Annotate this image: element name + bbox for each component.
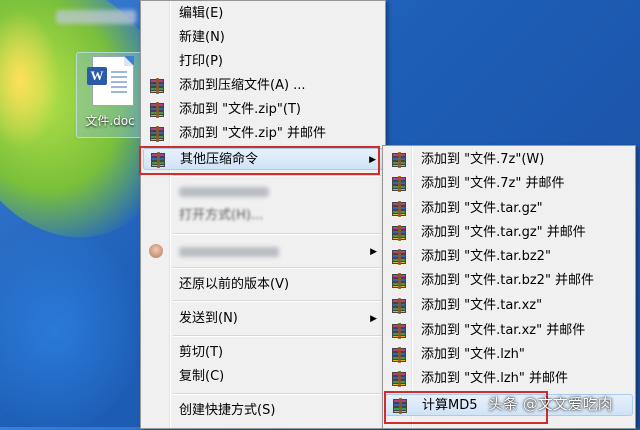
winrar-icon	[391, 152, 407, 168]
submenu-item-label: 添加到 "文件.tar.bz2"	[421, 249, 551, 264]
menu-item-label: 发送到(N)	[179, 311, 238, 326]
winrar-icon	[149, 78, 165, 94]
menu-item-cut[interactable]: 剪切(T)	[143, 342, 383, 364]
menu-item-blurred[interactable]	[143, 181, 383, 203]
winrar-icon	[392, 398, 408, 414]
submenu-item-add-7z[interactable]: 添加到 "文件.7z"(W)	[385, 149, 633, 171]
menu-item-copy[interactable]: 复制(C)	[143, 366, 383, 388]
menu-item-new[interactable]: 新建(N)	[143, 27, 383, 49]
winrar-icon	[149, 126, 165, 142]
menu-item-label: 剪切(T)	[179, 345, 224, 360]
menu-item-label: 添加到压缩文件(A) ...	[179, 78, 306, 93]
menu-item-add-to-zip[interactable]: 添加到 "文件.zip"(T)	[143, 99, 383, 121]
submenu-item-label: 添加到 "文件.tar.gz" 并邮件	[421, 225, 586, 240]
submenu-arrow-icon: ▶	[370, 247, 377, 257]
menu-separator	[173, 335, 381, 337]
submenu-item-label: 添加到 "文件.tar.xz"	[421, 298, 543, 313]
menu-item-label: 其他压缩命令	[180, 152, 259, 167]
winrar-icon	[391, 225, 407, 241]
menu-separator	[173, 393, 381, 395]
menu-item-send-to[interactable]: 发送到(N) ▶	[143, 308, 383, 330]
submenu-arrow-icon: ▶	[370, 314, 377, 324]
winrar-icon	[391, 201, 407, 217]
menu-item-label: 还原以前的版本(V)	[179, 277, 290, 292]
submenu-item-label: 添加到 "文件.lzh" 并邮件	[421, 371, 569, 386]
submenu-item-label: 添加到 "文件.tar.bz2" 并邮件	[421, 273, 595, 288]
menu-separator	[173, 233, 381, 235]
submenu-item-label: 添加到 "文件.tar.xz" 并邮件	[421, 323, 586, 338]
winrar-icon	[391, 273, 407, 289]
winrar-icon	[391, 249, 407, 265]
winrar-icon	[391, 371, 407, 387]
wallpaper-swirl-blue	[0, 230, 140, 430]
winrar-icon	[149, 102, 165, 118]
submenu-item-add-tar-gz-email[interactable]: 添加到 "文件.tar.gz" 并邮件	[385, 222, 633, 244]
menu-item-label: 复制(C)	[179, 369, 225, 384]
menu-item-label: 打印(P)	[179, 54, 223, 69]
menu-item-open-with[interactable]: 打开方式(H)...	[143, 205, 383, 227]
context-menu: 编辑(E) 新建(N) 打印(P) 添加到压缩文件(A) ... 添加到 "文件…	[140, 0, 386, 429]
menu-separator	[173, 300, 381, 302]
winrar-icon	[391, 347, 407, 363]
menu-item-label: 创建快捷方式(S)	[179, 403, 276, 418]
submenu-item-add-tar-bz2-email[interactable]: 添加到 "文件.tar.bz2" 并邮件	[385, 270, 633, 292]
menu-separator	[173, 267, 381, 269]
submenu-item-add-tar-bz2[interactable]: 添加到 "文件.tar.bz2"	[385, 246, 633, 268]
desktop-file-label: 文件.doc	[85, 114, 135, 128]
menu-item-restore-previous-versions[interactable]: 还原以前的版本(V)	[143, 274, 383, 296]
winrar-icon	[391, 298, 407, 314]
menu-item-blurred-with-avatar[interactable]: ▶	[143, 241, 383, 263]
menu-item-label: 打开方式(H)...	[179, 208, 264, 223]
menu-item-label: 添加到 "文件.zip"(T)	[179, 102, 301, 117]
submenu-item-label: 添加到 "文件.7z"(W)	[421, 152, 545, 167]
menu-item-label: 新建(N)	[179, 30, 225, 45]
menu-item-other-compress-commands[interactable]: 其他压缩命令 ▶	[143, 148, 383, 170]
menu-item-edit[interactable]: 编辑(E)	[143, 3, 383, 25]
menu-item-create-shortcut[interactable]: 创建快捷方式(S)	[143, 400, 383, 422]
submenu-item-label: 添加到 "文件.7z" 并邮件	[421, 176, 565, 191]
menu-item-add-to-archive[interactable]: 添加到压缩文件(A) ...	[143, 75, 383, 97]
menu-item-label: 添加到 "文件.zip" 并邮件	[179, 126, 327, 141]
menu-separator	[173, 175, 381, 177]
submenu-item-add-tar-xz[interactable]: 添加到 "文件.tar.xz"	[385, 295, 633, 317]
submenu-item-add-7z-email[interactable]: 添加到 "文件.7z" 并邮件	[385, 173, 633, 195]
submenu-item-label: 添加到 "文件.tar.gz"	[421, 201, 543, 216]
submenu-item-add-lzh[interactable]: 添加到 "文件.lzh"	[385, 344, 633, 366]
word-document-icon: W	[87, 56, 134, 106]
menu-item-label: 编辑(E)	[179, 6, 224, 21]
winrar-icon	[391, 176, 407, 192]
submenu-arrow-icon: ▶	[369, 155, 376, 165]
blurred-desktop-label	[56, 10, 136, 24]
avatar-icon	[149, 244, 163, 258]
submenu-item-add-tar-xz-email[interactable]: 添加到 "文件.tar.xz" 并邮件	[385, 320, 633, 342]
submenu-item-add-lzh-email[interactable]: 添加到 "文件.lzh" 并邮件	[385, 368, 633, 390]
watermark-text: 头条 @文文爱吃肉	[488, 395, 613, 413]
winrar-icon	[391, 323, 407, 339]
submenu-item-label: 计算MD5	[422, 398, 478, 413]
submenu-item-label: 添加到 "文件.lzh"	[421, 347, 525, 362]
winrar-icon	[150, 152, 166, 168]
desktop-file-icon[interactable]: W 文件.doc	[76, 52, 146, 138]
menu-item-print[interactable]: 打印(P)	[143, 51, 383, 73]
submenu-item-add-tar-gz[interactable]: 添加到 "文件.tar.gz"	[385, 198, 633, 220]
menu-item-add-to-zip-and-email[interactable]: 添加到 "文件.zip" 并邮件	[143, 123, 383, 145]
compress-submenu: 添加到 "文件.7z"(W) 添加到 "文件.7z" 并邮件 添加到 "文件.t…	[382, 145, 636, 429]
